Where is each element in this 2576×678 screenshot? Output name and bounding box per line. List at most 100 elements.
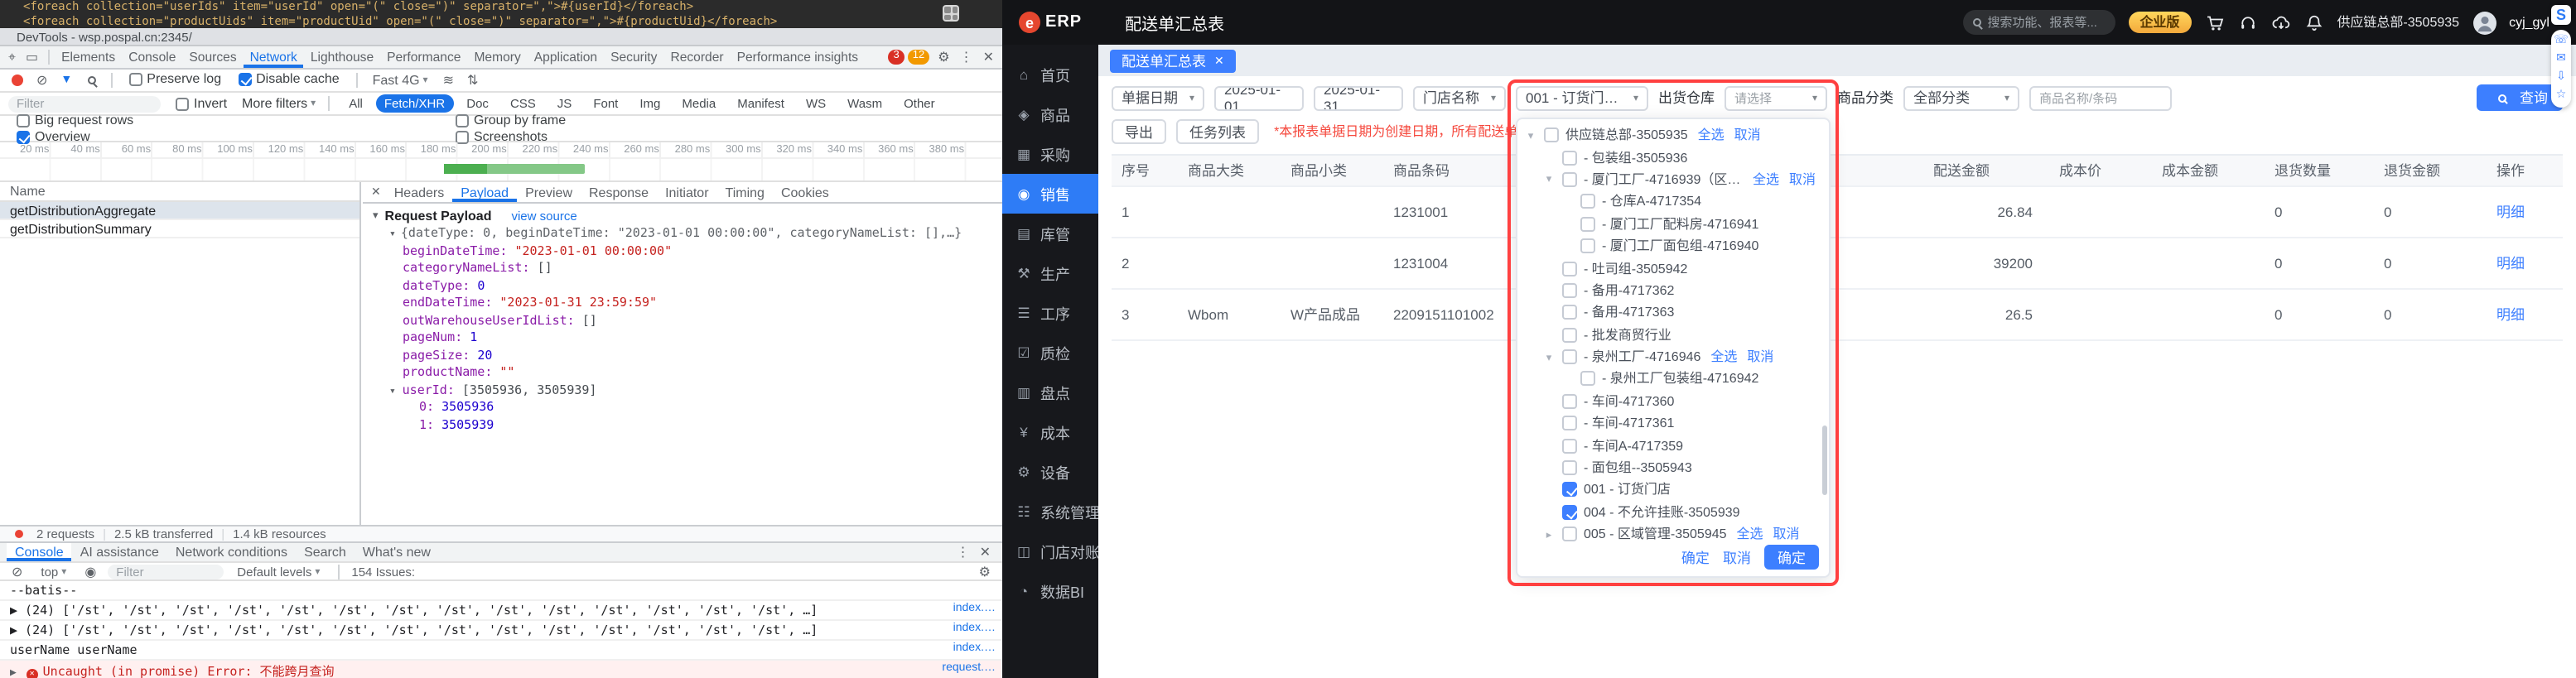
ide-grid-icon[interactable] xyxy=(943,5,959,22)
filter-funnel-icon[interactable]: ▼ xyxy=(55,75,77,86)
clear-network-log-icon[interactable]: ⊘ xyxy=(31,73,52,88)
store-tree-item[interactable]: - 车间-4717360 xyxy=(1517,390,1829,412)
date-end-input[interactable]: 2025-01-31 xyxy=(1314,85,1403,110)
download-icon[interactable]: ⇩ xyxy=(2556,71,2566,84)
detail-tab-headers[interactable]: Headers xyxy=(386,182,453,202)
filter-chip-all[interactable]: All xyxy=(340,94,371,113)
checkbox[interactable] xyxy=(1562,150,1577,166)
sidebar-item-process[interactable]: ☰ 工序 xyxy=(1002,293,1098,333)
close-detail-icon[interactable]: ✕ xyxy=(366,185,386,199)
close-tab-icon[interactable]: ✕ xyxy=(1214,54,1224,67)
detail-link[interactable]: 明细 xyxy=(2496,305,2525,324)
import-export-har-icon[interactable]: ⇅ xyxy=(462,73,483,88)
edition-badge[interactable]: 企业版 xyxy=(2128,12,2192,33)
confirm-button[interactable]: 确定 xyxy=(1763,545,1819,570)
devtools-tab-elements[interactable]: Elements xyxy=(55,46,122,68)
kebab-menu-icon[interactable]: ⋮ xyxy=(952,545,975,560)
store-tree-item[interactable]: 001 - 订货门店 xyxy=(1517,479,1829,502)
sidebar-item-sales[interactable]: ◉ 销售 xyxy=(1002,174,1098,214)
avatar[interactable] xyxy=(2472,11,2496,34)
network-conditions-icon[interactable]: ≋ xyxy=(438,73,459,88)
caret-down-icon[interactable]: ▾ xyxy=(1524,128,1537,142)
detail-tab-payload[interactable]: Payload xyxy=(452,182,517,202)
screenshot-tool-icon[interactable]: S xyxy=(2551,5,2571,25)
org-name[interactable]: 供应链总部-3505935 xyxy=(2337,13,2459,31)
select-all-link[interactable]: 全选 xyxy=(1753,171,1779,189)
detail-tab-cookies[interactable]: Cookies xyxy=(773,182,837,202)
deselect-link[interactable]: 取消 xyxy=(1773,525,1800,543)
close-drawer-icon[interactable]: ✕ xyxy=(975,545,996,560)
deselect-link[interactable]: 取消 xyxy=(1734,126,1761,144)
sidebar-item-production[interactable]: ⚒ 生产 xyxy=(1002,253,1098,293)
record-network-log-icon[interactable] xyxy=(12,75,23,86)
issues-count[interactable]: 154 Issues: xyxy=(351,564,415,579)
close-devtools-icon[interactable]: ✕ xyxy=(978,50,999,65)
store-tree-item[interactable]: - 批发商贸行业 xyxy=(1517,324,1829,346)
devtools-tab-recorder[interactable]: Recorder xyxy=(663,46,730,68)
payload-object-preview[interactable]: ▾ {dateType: 0, beginDateTime: "2023-01-… xyxy=(373,225,992,243)
console-context-select[interactable]: top ▾ xyxy=(34,564,73,579)
console-tab-search[interactable]: Search xyxy=(296,543,355,561)
sidebar-item-store-recon[interactable]: ◫ 门店对账 xyxy=(1002,531,1098,571)
select-all-link[interactable]: 全选 xyxy=(1698,126,1725,144)
store-tree-item[interactable]: - 厦门工厂配料房-4716941 xyxy=(1517,213,1829,235)
detail-link[interactable]: 明细 xyxy=(2496,254,2525,272)
devtools-tab-console[interactable]: Console xyxy=(122,46,182,68)
settings-gear-icon[interactable]: ⚙ xyxy=(933,50,954,65)
filter-chip-css[interactable]: CSS xyxy=(502,94,544,113)
checkbox[interactable] xyxy=(1580,216,1595,232)
bell-icon[interactable] xyxy=(2303,12,2323,32)
detail-tab-timing[interactable]: Timing xyxy=(717,182,773,202)
checkbox[interactable] xyxy=(1562,527,1577,542)
store-tree-item[interactable]: - 备用-4717362 xyxy=(1517,279,1829,301)
store-multiselect[interactable]: 001 - 订货门店等2个门店 ▾ xyxy=(1516,85,1648,110)
sidebar-item-stocktake[interactable]: ▥ 盘点 xyxy=(1002,373,1098,412)
devtools-tab-lighthouse[interactable]: Lighthouse xyxy=(304,46,380,68)
checkbox[interactable] xyxy=(1562,171,1577,187)
detail-link[interactable]: 明细 xyxy=(2496,203,2525,221)
filter-chip-wasm[interactable]: Wasm xyxy=(839,94,890,113)
tab-distribution-summary[interactable]: 配送单汇总表 ✕ xyxy=(1110,49,1236,72)
console-source-link[interactable]: index.… xyxy=(953,603,996,614)
request-row-getdistributionsummary[interactable]: getDistributionSummary xyxy=(0,220,359,238)
search-icon[interactable] xyxy=(87,76,96,84)
view-source-link[interactable]: view source xyxy=(511,207,576,225)
sidebar-item-warehouse[interactable]: ▤ 库管 xyxy=(1002,214,1098,253)
query-button[interactable]: 查询 xyxy=(2476,84,2563,111)
store-field-select[interactable]: 门店名称 ▾ xyxy=(1413,85,1506,110)
filter-chip-manifest[interactable]: Manifest xyxy=(729,94,793,113)
devtools-tab-sources[interactable]: Sources xyxy=(182,46,243,68)
store-tree-item[interactable]: - 仓库A-4717354 xyxy=(1517,190,1829,213)
store-tree-item[interactable]: - 厦门工厂面包组-4716940 xyxy=(1517,235,1829,257)
checkbox[interactable] xyxy=(1562,416,1577,431)
checkbox[interactable] xyxy=(1562,504,1577,520)
store-tree-item[interactable]: 004 - 不允许挂账-3505939 xyxy=(1517,501,1829,523)
sidebar-item-system[interactable]: ☷ 系统管理 xyxy=(1002,492,1098,531)
export-button[interactable]: 导出 xyxy=(1112,119,1167,144)
checkbox[interactable] xyxy=(1562,282,1577,298)
caret-down-icon[interactable]: ▾ xyxy=(1542,350,1556,363)
scrollbar-thumb[interactable] xyxy=(1822,426,1827,495)
eye-icon[interactable]: ◉ xyxy=(80,564,101,579)
filter-chip-fetch-xhr[interactable]: Fetch/XHR xyxy=(375,94,454,113)
console-tab-network-conditions[interactable]: Network conditions xyxy=(167,543,296,561)
checkbox[interactable] xyxy=(1580,371,1595,387)
select-all-link[interactable]: 全选 xyxy=(1710,348,1737,366)
sidebar-item-purchase[interactable]: ▦ 采购 xyxy=(1002,134,1098,174)
store-tree-item[interactable]: - 泉州工厂包装组-4716942 xyxy=(1517,368,1829,391)
checkbox-preserve-log[interactable]: Preserve log xyxy=(128,72,221,87)
store-tree-item[interactable]: ▾ - 厦门工厂-4716939（区域管理） 全选取消 xyxy=(1517,169,1829,191)
devtools-tab-performance-insights[interactable]: Performance insights xyxy=(731,46,866,68)
network-overview[interactable]: 20 ms 40 ms 60 ms 80 ms 100 ms 120 ms 140 ms 16… xyxy=(0,142,1002,182)
devtools-tab-security[interactable]: Security xyxy=(604,46,663,68)
console-tab-ai-assistance[interactable]: AI assistance xyxy=(72,543,167,561)
sidebar-item-quality[interactable]: ☑ 质检 xyxy=(1002,333,1098,373)
detail-tab-preview[interactable]: Preview xyxy=(517,182,581,202)
request-row-getdistributionaggregate[interactable]: getDistributionAggregate xyxy=(0,202,359,220)
devtools-tab-application[interactable]: Application xyxy=(528,46,604,68)
checkbox[interactable] xyxy=(1562,261,1577,276)
caret-right-icon[interactable]: ▸ xyxy=(1542,527,1556,541)
more-filters-button[interactable]: More filters ▾ xyxy=(242,96,316,111)
checkbox-big-request-rows[interactable]: Big request rows xyxy=(17,113,439,127)
caret-down-icon[interactable]: ▾ xyxy=(1542,173,1556,186)
